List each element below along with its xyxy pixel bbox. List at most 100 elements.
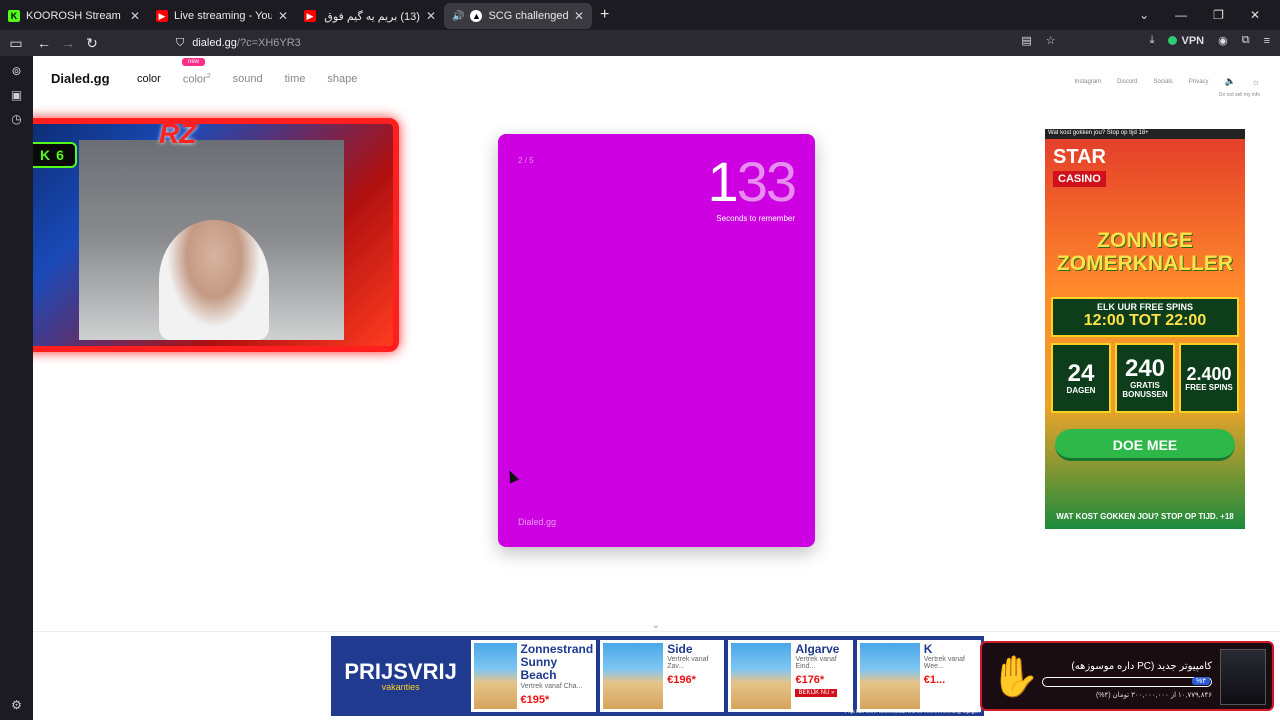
download-icon[interactable]: ⤓: [1150, 34, 1155, 47]
new-badge: new: [182, 58, 206, 66]
countdown-timer: 133: [708, 154, 797, 210]
divider: [33, 631, 1280, 632]
speaker-icon[interactable]: 🔊: [452, 11, 464, 22]
url-host: dialed.gg: [192, 37, 237, 49]
deal-sub: Vertrek vanaf Eind...: [795, 656, 837, 671]
sidebar-toggle-icon[interactable]: ▭: [4, 35, 28, 52]
timer-digit: 1: [707, 150, 739, 213]
new-tab-button[interactable]: +: [600, 6, 609, 24]
streamer: [159, 220, 269, 340]
link-privacy[interactable]: Privacy: [1189, 79, 1209, 85]
deal-price: €176*: [795, 674, 825, 687]
tab-label: Live streaming - YouTube Studio: [174, 10, 272, 22]
forward-icon[interactable]: →: [56, 35, 80, 51]
donation-goal-overlay: ✋ کامپیوتر جدید (PC داره موسوزهه) %۴ ۱۰,…: [980, 641, 1274, 711]
hand-icon: ✋: [990, 655, 1040, 699]
deal-sub: Vertrek vanaf Wee...: [923, 656, 965, 671]
close-icon[interactable]: ✕: [130, 9, 140, 23]
close-window-icon[interactable]: ✕: [1250, 8, 1260, 22]
deal-image: [731, 643, 792, 709]
close-icon[interactable]: ✕: [574, 9, 584, 23]
donation-percent: %۴: [1192, 677, 1210, 685]
restore-icon[interactable]: ❐: [1213, 8, 1224, 22]
address-bar[interactable]: ⛉ dialed.gg/?c=XH6YR3: [176, 32, 1066, 54]
rz-logo: RZ: [159, 118, 197, 149]
color-card[interactable]: 2 / 5 133 Seconds to remember Dialed.gg: [498, 134, 815, 547]
reading-list-icon[interactable]: ▣: [11, 88, 22, 102]
donation-title: کامپیوتر جدید (PC داره موسوزهه): [1071, 661, 1212, 672]
deal-button[interactable]: BEKIJK NU »: [795, 689, 838, 698]
settings-icon[interactable]: ⚙: [11, 698, 22, 712]
theme-icon[interactable]: ☼: [1252, 77, 1260, 87]
nav-color-2[interactable]: color2: [183, 73, 211, 86]
extensions-icon[interactable]: ⧉: [1242, 34, 1250, 47]
deal-card[interactable]: Algarve Vertrek vanaf Eind... €176* BEKIJK …: [728, 640, 853, 712]
page-viewport: Dialed.gg new color color2 sound time sh…: [33, 56, 1280, 720]
ad-stat-number: 24: [1067, 359, 1095, 387]
link-instagram[interactable]: Instagram: [1074, 79, 1101, 85]
shield-icon[interactable]: ⛉: [176, 37, 184, 50]
ad-star-logo: STAR: [1053, 146, 1106, 168]
deal-card[interactable]: K Vertrek vanaf Wee... €1...: [856, 640, 981, 712]
nav-color[interactable]: color: [137, 73, 161, 86]
kick-counter: K6: [33, 142, 77, 168]
tab-list-icon[interactable]: ⌄: [1139, 8, 1149, 22]
donation-amount: ۱۰,۷۷۹,۸۴۶ از ۳۰۰,۰۰۰,۰۰۰ تومان (۴%): [1095, 692, 1212, 699]
ad-stat-text: GRATIS BONUSSEN: [1122, 381, 1168, 399]
link-discord[interactable]: Discord: [1117, 79, 1137, 85]
ai-chat-icon[interactable]: ⊚: [11, 64, 21, 78]
travel-ad-brand-name: PRIJSVRIJ: [344, 658, 457, 684]
kick-icon: K: [40, 147, 51, 163]
ad-stats: 24 DAGEN 240 GRATIS BONUSSEN 2.400 FREE SPI…: [1051, 343, 1239, 413]
nav-time[interactable]: time: [285, 73, 306, 86]
ad-casino-label: CASINO: [1053, 171, 1106, 187]
chevron-down-icon[interactable]: ⌄: [648, 620, 664, 631]
timer-caption: Seconds to remember: [716, 214, 795, 223]
close-icon[interactable]: ✕: [426, 9, 436, 23]
ad-headline: ZONNIGE ZOMERKNALLER: [1056, 229, 1234, 276]
tab-kick[interactable]: K KOOROSH Stream - Watch Live ✕: [0, 3, 148, 29]
do-not-sell-link[interactable]: Do not sell my info: [1219, 92, 1260, 98]
vpn-button[interactable]: VPN: [1168, 35, 1204, 47]
deal-city: Side: [667, 642, 693, 656]
close-icon[interactable]: ✕: [278, 9, 288, 23]
travel-ad-brand-sub: vakanties: [381, 681, 420, 692]
travel-ad[interactable]: PRIJSVRIJ vakanties Zonnestrand Sunny Bea…: [331, 636, 984, 716]
site-logo[interactable]: Dialed.gg: [51, 71, 110, 86]
history-icon[interactable]: ◷: [11, 112, 21, 126]
bookmark-star-icon[interactable]: ☆: [1046, 34, 1056, 47]
menu-icon[interactable]: ≡: [1264, 35, 1270, 47]
back-icon[interactable]: ←: [32, 35, 56, 51]
tab-youtube-video[interactable]: ▶ (13) بریم یه گیم فوق ترسناک - e ✕: [296, 3, 444, 29]
minimize-icon[interactable]: —: [1175, 8, 1187, 22]
toolbar-right: ▤ ☆ ⤓ VPN ◉ ⧉ ≡: [1021, 34, 1270, 47]
dialed-icon: ▲: [470, 10, 483, 22]
tab-youtube-studio[interactable]: ▶ Live streaming - YouTube Studio ✕: [148, 3, 296, 29]
ad-stat-text: DAGEN: [1066, 385, 1096, 395]
deal-price: €1...: [923, 674, 946, 687]
nav-shape[interactable]: shape: [327, 73, 357, 86]
account-icon[interactable]: ◉: [1218, 34, 1228, 47]
ad-stat-text: FREE SPINS: [1185, 382, 1233, 392]
ad-cta-button[interactable]: DOE MEE: [1055, 429, 1235, 461]
casino-ad[interactable]: Wat kost gokken jou? Stop op tijd 18+ ST…: [1045, 129, 1245, 529]
deal-card[interactable]: Side Vertrek vanaf Zav... €196*: [600, 640, 725, 712]
tab-label: (13) بریم یه گیم فوق ترسناک - e: [322, 10, 420, 23]
round-progress: 2 / 5: [518, 156, 534, 165]
tab-bar: K KOOROSH Stream - Watch Live ✕ ▶ Live s…: [0, 0, 1280, 30]
ad-box-line2: 12:00 TOT 22:00: [1083, 312, 1207, 329]
youtube-icon: ▶: [156, 10, 168, 22]
deal-card[interactable]: Zonnestrand Sunny Beach Vertrek vanaf Cha…: [471, 640, 597, 712]
youtube-icon: ▶: [304, 10, 316, 22]
travel-ad-brand: PRIJSVRIJ vakanties: [334, 658, 467, 692]
nav-sound[interactable]: sound: [233, 73, 263, 86]
nav-toolbar: ▭ ← → ↻ ⛉ dialed.gg/?c=XH6YR3 ▤ ☆ ⤓ VPN …: [0, 30, 1280, 56]
deal-image: [603, 643, 664, 709]
timer-faded-digits: 33: [736, 150, 797, 213]
tab-dialed[interactable]: 🔊 ▲ SCG challenged you to a co ✕: [444, 3, 592, 29]
ad-stat: 2.400 FREE SPINS: [1179, 343, 1239, 413]
sound-icon[interactable]: 🔈: [1225, 76, 1236, 87]
reload-icon[interactable]: ↻: [80, 35, 104, 52]
link-socials[interactable]: Socials: [1154, 79, 1173, 85]
reader-icon[interactable]: ▤: [1021, 34, 1031, 47]
